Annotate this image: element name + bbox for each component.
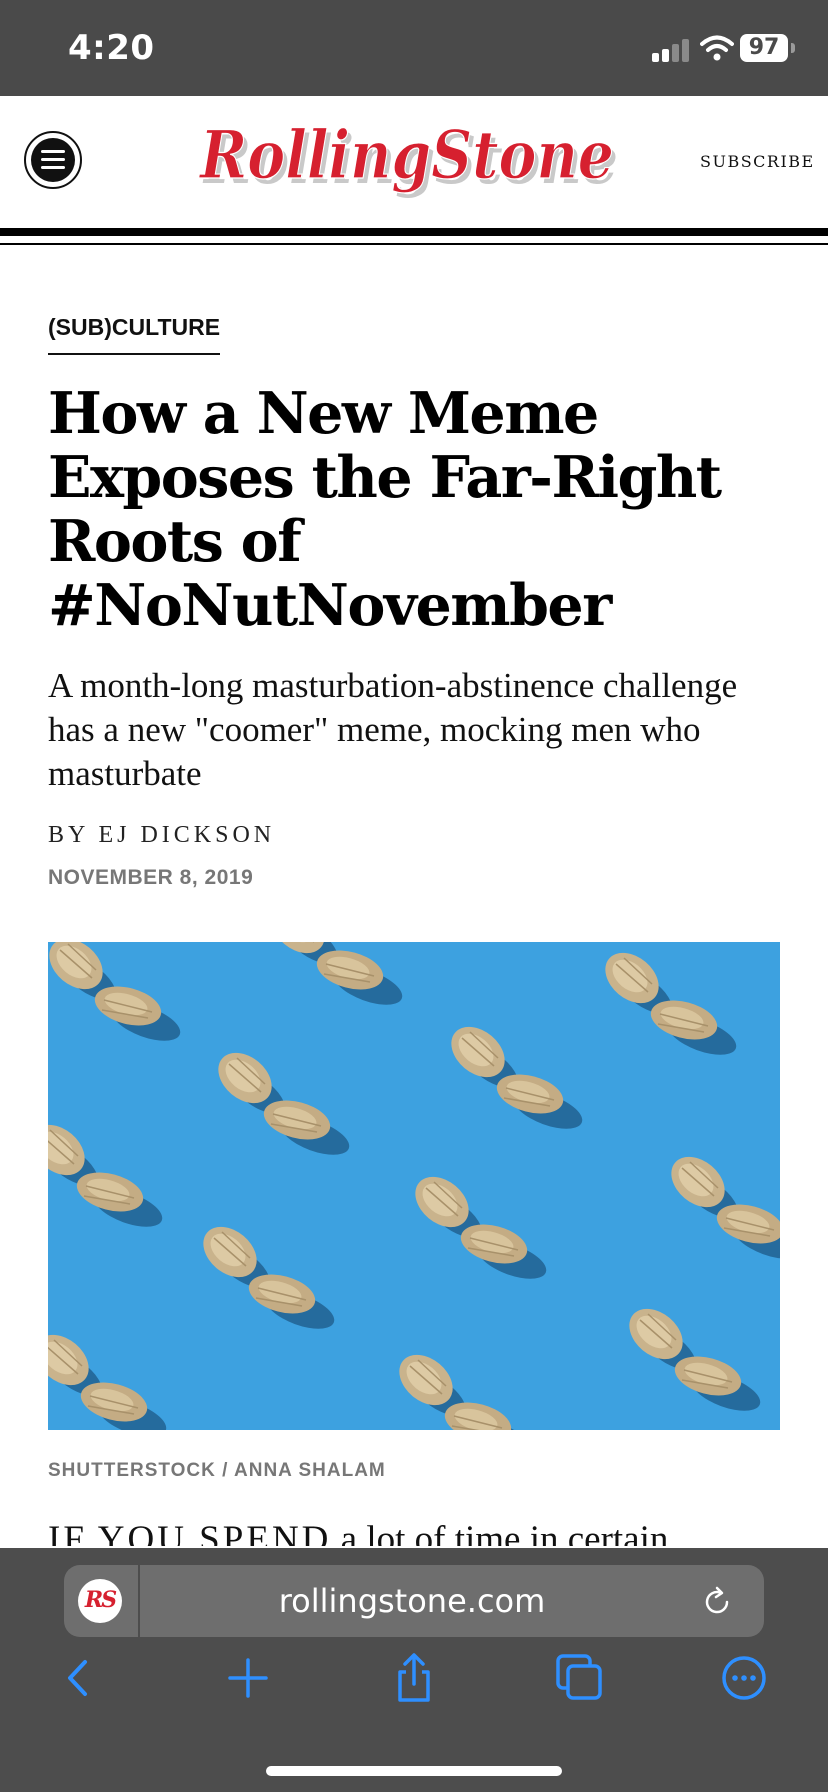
tabs-icon[interactable]: [552, 1650, 608, 1706]
reload-icon[interactable]: [700, 1585, 734, 1619]
share-icon[interactable]: [386, 1650, 442, 1706]
hamburger-icon: [31, 138, 75, 182]
home-indicator[interactable]: [266, 1766, 562, 1776]
article-body-first-line: IF YOU SPEND a lot of time in certain: [48, 1518, 668, 1546]
body-drop-caps: IF YOU SPEND: [48, 1519, 332, 1546]
status-bar: 4:20 97: [0, 0, 828, 96]
article-date: NOVEMBER 8, 2019: [48, 866, 254, 889]
battery-tip: [791, 43, 795, 53]
browser-toolbar: RS rollingstone.com: [0, 1548, 828, 1792]
subscribe-link[interactable]: SUBSCRIBE: [700, 152, 815, 171]
new-tab-icon[interactable]: [220, 1650, 276, 1706]
address-bar[interactable]: RS rollingstone.com: [64, 1565, 764, 1637]
header-divider-thick: [0, 228, 828, 236]
wifi-icon: [700, 35, 734, 61]
cellular-signal-icon: [652, 38, 692, 62]
headline-line: Roots of: [48, 508, 302, 575]
site-header: RollingStone RollingStone SUBSCRIBE: [0, 96, 828, 228]
image-credit: SHUTTERSTOCK / ANNA SHALAM: [48, 1460, 386, 1481]
peanut-pattern: [48, 942, 780, 1430]
article-byline[interactable]: BY EJ DICKSON: [48, 822, 275, 849]
more-icon[interactable]: [716, 1650, 772, 1706]
header-divider-thin: [0, 243, 828, 245]
article-category-link[interactable]: (SUB)CULTURE: [48, 314, 221, 355]
menu-button[interactable]: [24, 131, 82, 189]
back-icon[interactable]: [52, 1650, 108, 1706]
site-favicon: RS: [78, 1579, 122, 1623]
article-dek: A month-long masturbation-abstinence cha…: [48, 666, 738, 793]
article-body-preview: IF YOU SPEND a lot of time in certain: [0, 1510, 828, 1546]
battery-icon: 97: [740, 34, 788, 62]
article-headline: How a New Meme Exposes the Far-Right Roo…: [48, 382, 788, 638]
status-time: 4:20: [68, 28, 155, 68]
body-text: a lot of time in certain: [331, 1519, 669, 1546]
rolling-stone-logo[interactable]: RollingStone RollingStone: [198, 100, 628, 212]
svg-text:RollingStone: RollingStone: [198, 116, 614, 194]
url-text[interactable]: rollingstone.com: [140, 1565, 684, 1637]
headline-line: #NoNutNovember: [48, 572, 612, 639]
headline-line: Exposes the Far-Right: [48, 444, 722, 511]
headline-line: How a New Meme: [48, 380, 599, 447]
hero-image[interactable]: [48, 942, 780, 1430]
